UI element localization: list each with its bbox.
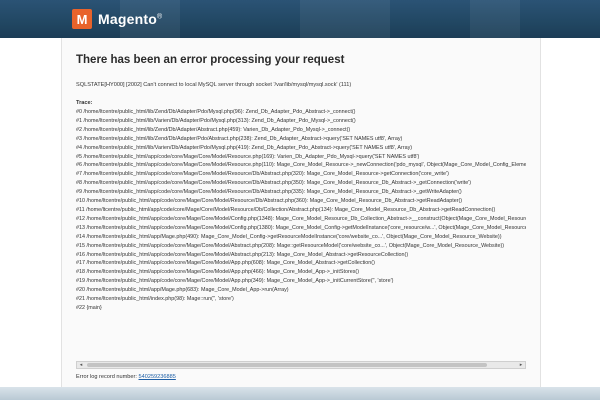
trace-line: #11 /home/ltcentre/public_html/app/code/…: [76, 206, 496, 213]
trace-line: #0 /home/ltcentre/public_html/lib/Zend/D…: [76, 109, 356, 115]
scroll-left-icon[interactable]: ◂: [77, 362, 85, 368]
trace-line: #21 /home/ltcentre/public_html/index.php…: [76, 296, 234, 303]
error-message: SQLSTATE[HY000] [2002] Can't connect to …: [76, 82, 352, 88]
header-stripe: [470, 0, 520, 38]
trace-line: #3 /home/ltcentre/public_html/lib/Zend/D…: [76, 135, 403, 142]
error-log-label: Error log record number:: [76, 374, 137, 380]
trace-line: #22 {main}: [76, 304, 102, 311]
horizontal-scrollbar[interactable]: ◂ ▸: [76, 361, 526, 369]
page-title: There has been an error processing your …: [76, 54, 345, 66]
trace-line: #10 /home/ltcentre/public_html/app/code/…: [76, 198, 463, 205]
magento-logo-icon: M: [72, 9, 92, 29]
magento-logo[interactable]: M Magento®: [72, 8, 162, 30]
trace-line: #14 /home/ltcentre/public_html/app/Mage.…: [76, 233, 502, 240]
trace-list: #0 /home/ltcentre/public_html/lib/Zend/D…: [76, 108, 526, 313]
scrollbar-thumb[interactable]: [87, 363, 487, 367]
trace-line: #20 /home/ltcentre/public_html/app/Mage.…: [76, 287, 289, 294]
trace-line: #6 /home/ltcentre/public_html/app/code/c…: [76, 162, 526, 169]
trace-line: #9 /home/ltcentre/public_html/app/code/c…: [76, 189, 462, 196]
trace-line: #4 /home/ltcentre/public_html/lib/Varien…: [76, 144, 413, 151]
trace-line: #5 /home/ltcentre/public_html/app/code/c…: [76, 153, 420, 160]
trace-line: #1 /home/ltcentre/public_html/lib/Varien…: [76, 117, 356, 124]
scroll-right-icon[interactable]: ▸: [517, 362, 525, 368]
trace-line: #8 /home/ltcentre/public_html/app/code/c…: [76, 180, 472, 187]
logo-text: Magento®: [98, 11, 162, 27]
logo-wordmark: Magento: [98, 11, 157, 27]
trace-line: #17 /home/ltcentre/public_html/app/code/…: [76, 260, 375, 267]
trace-line: #15 /home/ltcentre/public_html/app/code/…: [76, 242, 505, 249]
logo-registered-mark: ®: [156, 13, 163, 21]
error-log-record: Error log record number: 540259236885: [76, 374, 176, 380]
error-log-number-link[interactable]: 540259236885: [139, 374, 176, 380]
trace-line: #13 /home/ltcentre/public_html/app/code/…: [76, 224, 526, 231]
trace-line: #7 /home/ltcentre/public_html/app/code/c…: [76, 171, 449, 178]
trace-line: #12 /home/ltcentre/public_html/app/code/…: [76, 215, 526, 222]
trace-line: #2 /home/ltcentre/public_html/lib/Zend/D…: [76, 126, 351, 133]
header-stripe: [300, 0, 390, 38]
trace-line: #18 /home/ltcentre/public_html/app/code/…: [76, 269, 360, 276]
trace-line: #19 /home/ltcentre/public_html/app/code/…: [76, 278, 394, 285]
footer-bar: [0, 387, 600, 400]
header-bar: M Magento®: [0, 0, 600, 38]
error-container: There has been an error processing your …: [61, 38, 541, 390]
trace-label: Trace:: [76, 100, 93, 106]
trace-line: #16 /home/ltcentre/public_html/app/code/…: [76, 251, 409, 258]
trace-box[interactable]: #0 /home/ltcentre/public_html/lib/Zend/D…: [76, 108, 526, 364]
